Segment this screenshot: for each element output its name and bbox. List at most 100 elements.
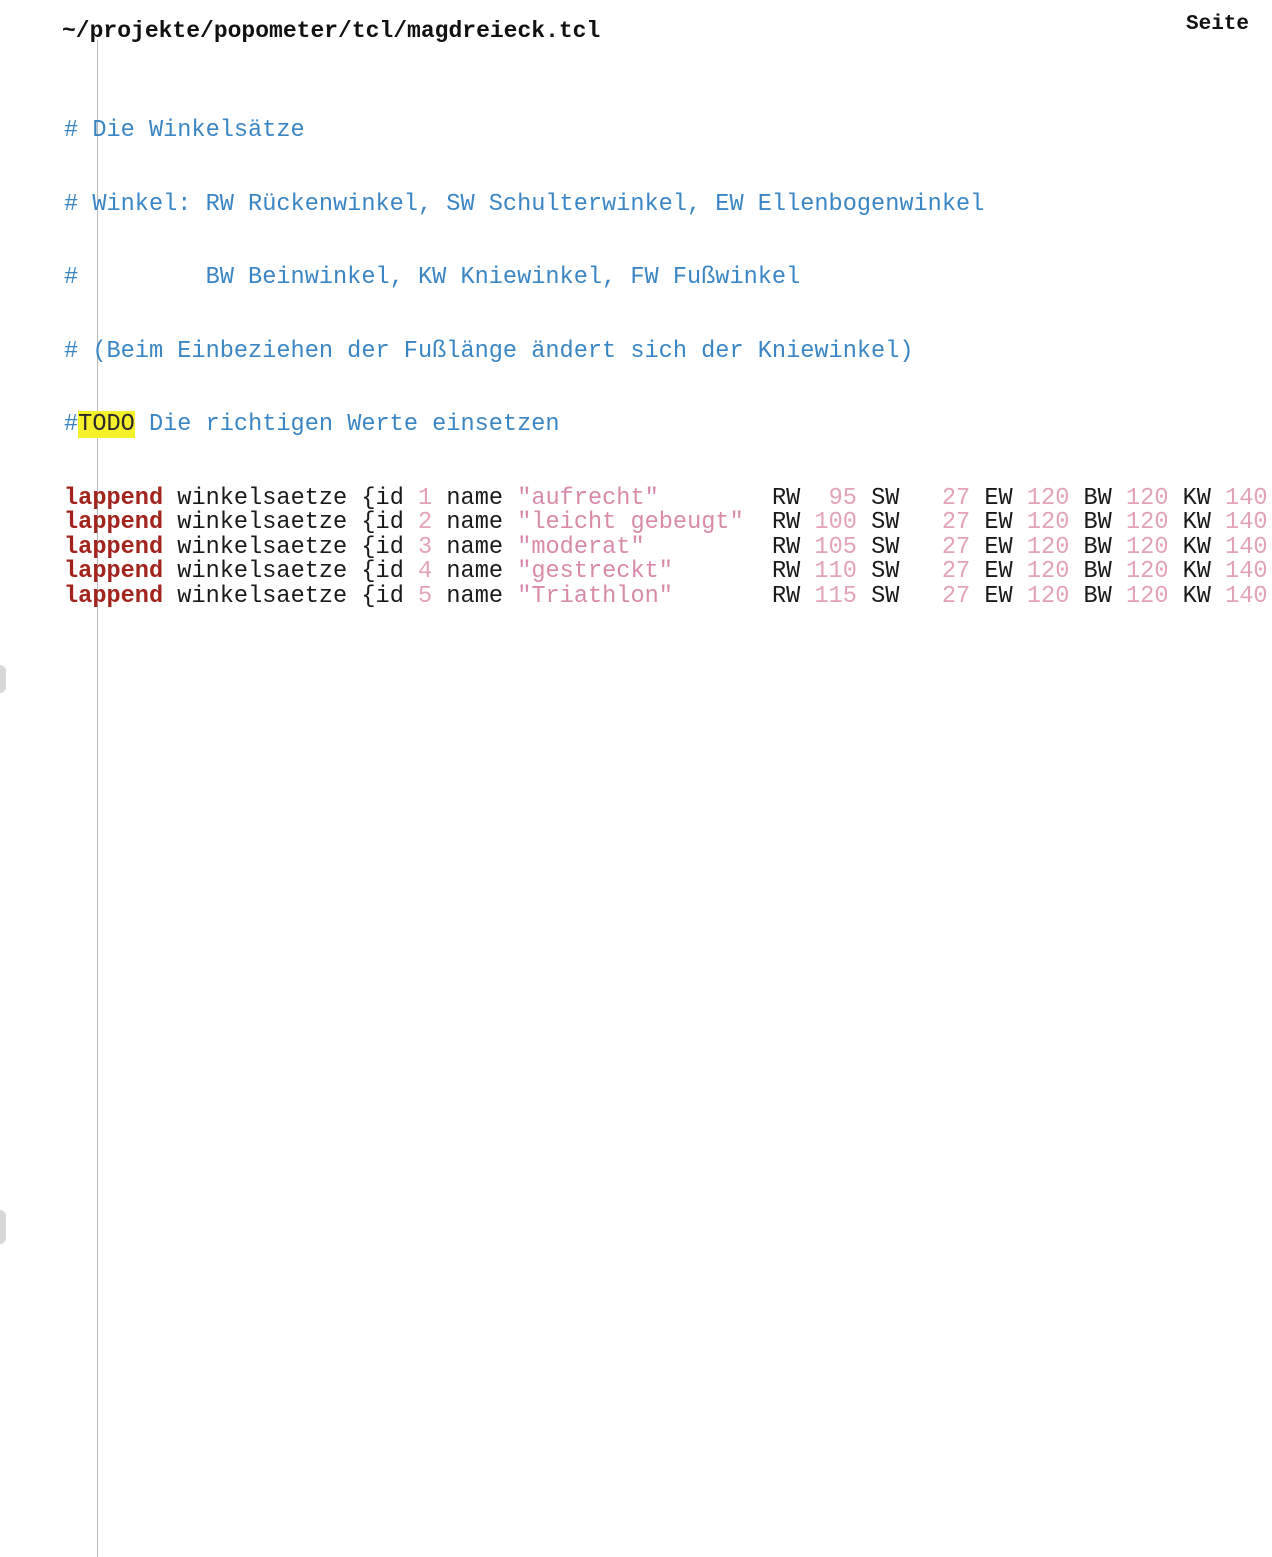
angle-value: 120 <box>1126 509 1169 536</box>
angle-value: 27 <box>941 533 971 561</box>
todo-text: Die richtigen Werte einsetzen <box>134 411 560 438</box>
code-rows: lappend winkelsaetze {id 1 name "aufrech… <box>64 484 1268 610</box>
angle-value: 140 <box>1225 582 1268 610</box>
angle-label: BW <box>1083 533 1112 561</box>
row-name-string: "gestreckt" <box>517 558 673 585</box>
name-key: name <box>446 558 504 585</box>
angle-label: RW <box>772 509 801 536</box>
angle-label: SW <box>871 558 900 585</box>
comment-line: # Die Winkelsätze <box>64 117 305 144</box>
printed-page: ~/projekte/popometer/tcl/magdreieck.tcl … <box>0 0 1272 1557</box>
file-path-header: ~/projekte/popometer/tcl/magdreieck.tcl <box>62 18 601 44</box>
row-id: 4 <box>418 558 433 585</box>
code-row: lappend winkelsaetze {id 3 name "moderat… <box>64 533 1268 561</box>
code-row: lappend winkelsaetze {id 2 name "leicht … <box>64 509 1268 536</box>
name-key: name <box>446 582 504 610</box>
angle-value: 95 <box>828 484 857 512</box>
angle-label: BW <box>1083 484 1112 512</box>
name-key: name <box>446 484 504 512</box>
angle-value: 120 <box>1126 533 1169 561</box>
row-id: 2 <box>418 509 433 536</box>
angle-value: 27 <box>941 582 971 610</box>
angle-label: BW <box>1083 582 1112 610</box>
angle-value: 120 <box>1126 582 1169 610</box>
angle-label: BW <box>1083 509 1112 536</box>
angle-value: 120 <box>1026 533 1070 561</box>
angle-label: EW <box>984 484 1013 512</box>
angle-value: 110 <box>814 558 857 585</box>
row-name-string: "leicht gebeugt" <box>517 509 744 536</box>
angle-value: 140 <box>1225 484 1268 512</box>
hole-punch-mark <box>0 665 6 693</box>
angle-value: 120 <box>1126 484 1169 512</box>
angle-label: KW <box>1182 509 1211 536</box>
angle-label: RW <box>772 533 801 561</box>
code-row: lappend winkelsaetze {id 5 name "Triathl… <box>64 582 1268 610</box>
angle-label: KW <box>1182 558 1211 585</box>
angle-value: 27 <box>941 509 971 536</box>
tcl-keyword: lappend <box>64 533 164 561</box>
code-row: lappend winkelsaetze {id 4 name "gestrec… <box>64 558 1268 585</box>
code-listing: # Die Winkelsätze # Winkel: RW Rückenwin… <box>64 70 1268 658</box>
tcl-keyword: lappend <box>64 509 164 536</box>
dict-open: {id <box>361 509 404 536</box>
angle-label: RW <box>772 484 801 512</box>
angle-value: 120 <box>1026 558 1070 585</box>
angle-label: RW <box>772 558 801 585</box>
tcl-keyword: lappend <box>64 558 164 585</box>
dict-open: {id <box>361 558 404 585</box>
angle-label: KW <box>1182 533 1211 561</box>
variable-name: winkelsaetze <box>177 533 348 561</box>
angle-label: EW <box>984 533 1013 561</box>
row-id: 5 <box>418 582 433 610</box>
row-name-string: "aufrecht" <box>517 484 659 512</box>
todo-line: #TODO Die richtigen Werte einsetzen <box>64 411 984 438</box>
todo-highlight: TODO <box>78 411 135 438</box>
angle-label: KW <box>1182 582 1211 610</box>
tcl-keyword: lappend <box>64 582 164 610</box>
angle-value: 140 <box>1225 558 1268 585</box>
angle-value: 100 <box>814 509 857 536</box>
angle-label: EW <box>984 558 1013 585</box>
angle-label: SW <box>871 582 900 610</box>
angle-value: 140 <box>1225 509 1268 536</box>
angle-label: EW <box>984 582 1013 610</box>
angle-value: 120 <box>1126 558 1169 585</box>
comment-line: # Winkel: RW Rückenwinkel, SW Schulterwi… <box>64 190 985 218</box>
angle-label: SW <box>871 533 900 561</box>
row-id: 3 <box>418 533 433 561</box>
variable-name: winkelsaetze <box>177 558 348 585</box>
variable-name: winkelsaetze <box>177 509 348 536</box>
angle-label: SW <box>871 484 900 512</box>
variable-name: winkelsaetze <box>177 582 348 610</box>
angle-value: 120 <box>1026 582 1070 610</box>
row-id: 1 <box>418 484 433 512</box>
angle-value: 105 <box>814 533 857 561</box>
angle-value: 120 <box>1026 509 1070 536</box>
row-name-string: "moderat" <box>517 533 645 561</box>
dict-open: {id <box>361 582 404 610</box>
dict-open: {id <box>361 533 404 561</box>
angle-value: 115 <box>814 582 857 610</box>
dict-open: {id <box>361 484 404 512</box>
hole-punch-mark <box>0 1210 6 1244</box>
angle-label: EW <box>984 509 1013 536</box>
comment-line: # BW Beinwinkel, KW Kniewinkel, FW Fußwi… <box>64 264 801 291</box>
angle-label: BW <box>1083 558 1112 585</box>
name-key: name <box>446 509 504 536</box>
angle-value: 120 <box>1026 484 1070 512</box>
angle-value: 27 <box>941 484 971 512</box>
page-label: Seite <box>1186 13 1250 36</box>
row-name-string: "Triathlon" <box>517 582 673 610</box>
name-key: name <box>446 533 504 561</box>
angle-value: 140 <box>1225 533 1268 561</box>
comment-line: # (Beim Einbeziehen der Fußlänge ändert … <box>64 337 914 365</box>
angle-label: RW <box>772 582 801 610</box>
variable-name: winkelsaetze <box>177 484 348 512</box>
tcl-keyword: lappend <box>64 484 164 512</box>
angle-value: 27 <box>941 558 971 585</box>
code-row: lappend winkelsaetze {id 1 name "aufrech… <box>64 484 1268 512</box>
angle-label: KW <box>1182 484 1211 512</box>
angle-label: SW <box>871 509 900 536</box>
todo-hash: # <box>64 411 79 438</box>
